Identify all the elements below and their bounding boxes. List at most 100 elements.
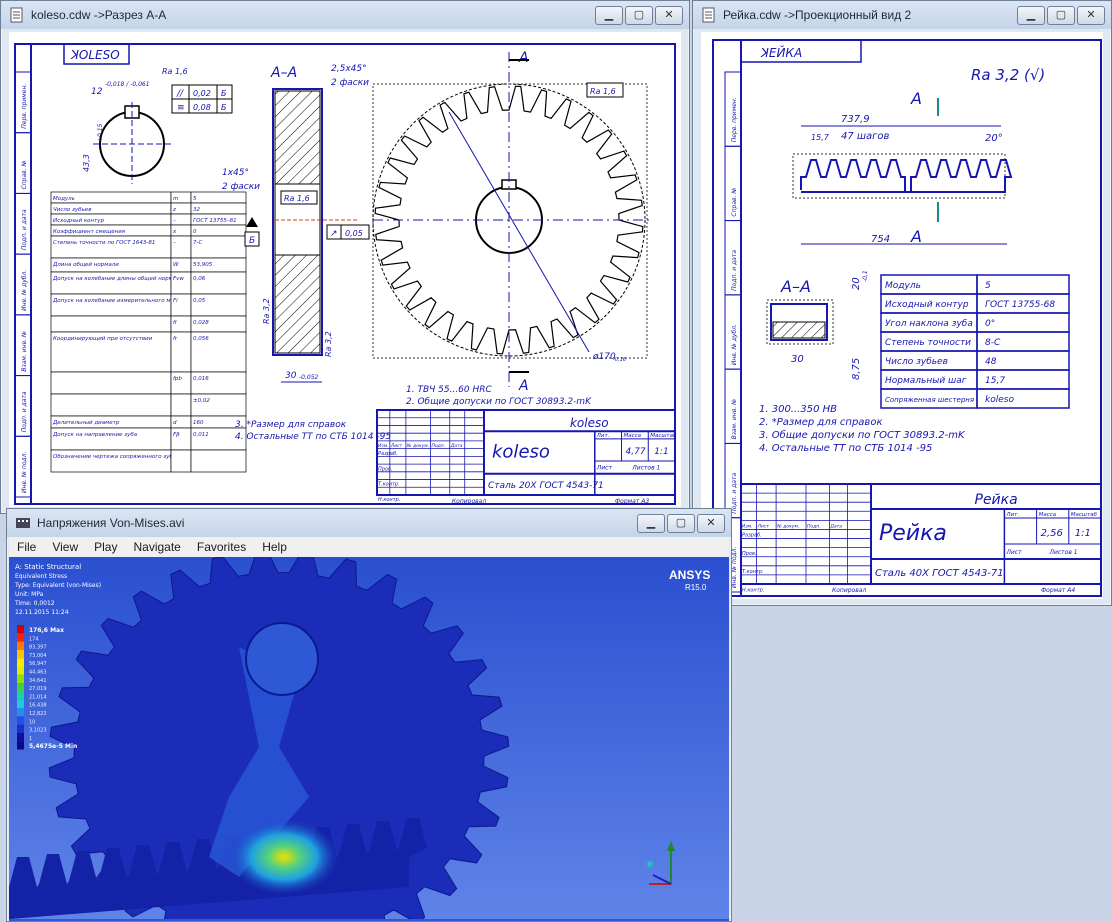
legend-swatch <box>17 625 24 634</box>
table-cell: Координирующий при отсутствии <box>53 336 153 342</box>
table-cell: Исходный контур <box>53 218 105 224</box>
legend-label: 1 <box>29 736 32 742</box>
param-value: 15,7 <box>985 376 1005 386</box>
table-cell: Допуск на колебание длины общей нормали <box>52 276 184 282</box>
table-cell: Коэффициент смещения <box>53 229 126 235</box>
table-cell: 5 <box>193 196 197 202</box>
hub-depth: 43,3 <box>82 154 91 172</box>
table-cell: fi <box>173 320 177 326</box>
reika-titlebar[interactable]: Рейка.cdw ->Проекционный вид 2 ▁ ▢ ✕ <box>693 1 1111 29</box>
sec-width: 30 <box>791 354 804 365</box>
minimize-button[interactable]: ▁ <box>637 514 665 533</box>
legend-label: 16,438 <box>29 703 47 709</box>
legend-swatch <box>17 683 24 692</box>
ra16-gear: Ra 1,6 <box>590 87 616 96</box>
maximize-button[interactable]: ▢ <box>667 514 695 533</box>
stamp-sheets: Листов 1 <box>631 465 660 472</box>
video-window-title: Напряжения Von-Mises.avi <box>37 516 185 530</box>
cut-label-bottom: А <box>518 378 529 394</box>
table-cell: fpb <box>173 376 182 382</box>
ansys-version: R15.0 <box>685 583 707 592</box>
side-label: Справ. № <box>731 187 738 216</box>
legend-label: 12,822 <box>29 711 47 717</box>
side-label: Инв. № подл. <box>21 452 28 493</box>
note-3: 3. *Размер для справок <box>235 420 347 430</box>
legend-swatch <box>17 666 24 675</box>
role-label: Н.контр. <box>378 497 400 503</box>
stamp-header: Масса <box>624 433 642 439</box>
side-label: Подп. и дата <box>21 209 28 250</box>
menu-view[interactable]: View <box>44 540 86 554</box>
table-cell: x <box>172 229 177 235</box>
sec-height-tol: -0,1 <box>862 270 869 282</box>
title-block: Разраб.Пров.Т.контр.Н.контр.Утв.Изм.Лист… <box>740 483 1102 611</box>
table-cell: Fvw <box>173 276 184 282</box>
role-label: Т.контр. <box>742 569 764 575</box>
chamfer-left: 1x45° <box>222 168 249 178</box>
table-cell: 7-С <box>193 240 202 246</box>
section-label: А–А <box>270 65 297 81</box>
role-label: Т.контр. <box>378 482 400 488</box>
svg-text:≡: ≡ <box>177 103 185 113</box>
width-dim: 30 <box>285 371 297 381</box>
legend-label: 56,947 <box>29 661 47 667</box>
maximize-button[interactable]: ▢ <box>625 6 653 25</box>
legend-label: 3,1023 <box>29 728 47 734</box>
stress-simulation-frame: ANSYS R15.0 A: Static Structural Equivale… <box>9 557 729 921</box>
stamp-header: Лит. <box>596 433 610 439</box>
table-cell: Fβ <box>173 432 180 438</box>
close-button[interactable]: ✕ <box>697 514 725 533</box>
side-label: Взам. инв. № <box>21 331 28 372</box>
minimize-button[interactable]: ▁ <box>1017 6 1045 25</box>
note-3: 3. Общие допуски по ГОСТ 30893.2-mK <box>759 429 966 441</box>
side-label: Подп. и дата <box>731 250 738 291</box>
table-cell: 0,06 <box>193 276 206 282</box>
stamp-format: Формат А3 <box>615 498 649 505</box>
reika-window[interactable]: Рейка.cdw ->Проекционный вид 2 ▁ ▢ ✕ Пер… <box>692 0 1112 611</box>
table-cell: z <box>172 207 176 213</box>
param-name: Сопряженная шестерня <box>885 396 974 404</box>
video-titlebar[interactable]: Напряжения Von-Mises.avi ▁ ▢ ✕ <box>7 509 731 537</box>
stamp-material: Сталь 20Х ГОСТ 4543-71 <box>488 481 604 491</box>
koleso-titlebar[interactable]: koleso.cdw ->Разрез А-А ▁ ▢ ✕ <box>1 1 689 29</box>
side-label: Подп. и дата <box>731 473 738 514</box>
video-viewport[interactable]: ANSYS R15.0 A: Static Structural Equivale… <box>9 557 729 921</box>
stamp-sheet: Лист <box>596 465 613 472</box>
close-button[interactable]: ✕ <box>1077 6 1105 25</box>
menu-file[interactable]: File <box>9 540 44 554</box>
info-line: Equivalent Stress <box>15 573 67 580</box>
stamp-header: Масса <box>1039 512 1057 518</box>
minimize-button[interactable]: ▁ <box>595 6 623 25</box>
table-cell: – <box>173 218 176 224</box>
dim-first: 15,7 <box>811 133 830 142</box>
table-cell: 160 <box>193 420 204 426</box>
param-name: Исходный контур <box>885 300 969 310</box>
table-cell: m <box>173 196 178 202</box>
table-cell: ±0,02 <box>193 398 210 404</box>
menu-navigate[interactable]: Navigate <box>125 540 188 554</box>
menu-play[interactable]: Play <box>86 540 125 554</box>
side-label: Взам. инв. № <box>731 399 738 440</box>
table-cell: 53,905 <box>193 262 213 268</box>
stamp-format: Формат А4 <box>1041 587 1075 594</box>
stamp-name: koleso <box>570 416 609 430</box>
koleso-drawing-sheet[interactable]: Перв. примен. Справ. № Подп. и дата Инв. № … <box>9 32 681 519</box>
info-line: Time: 0,0012 <box>14 600 55 607</box>
menu-favorites[interactable]: Favorites <box>189 540 254 554</box>
menu-bar: File View Play Navigate Favorites Help <box>9 537 729 557</box>
table-cell: Модуль <box>53 196 75 202</box>
section-bottom: А <box>910 227 922 246</box>
close-button[interactable]: ✕ <box>655 6 683 25</box>
menu-help[interactable]: Help <box>254 540 295 554</box>
maximize-button[interactable]: ▢ <box>1047 6 1075 25</box>
stamp-mass: 4,77 <box>626 447 646 457</box>
koleso-window[interactable]: koleso.cdw ->Разрез А-А ▁ ▢ ✕ Перв. прим… <box>0 0 690 519</box>
side-label: Перв. примен. <box>731 97 738 142</box>
hub-depth-tol: +0,15 <box>97 123 104 142</box>
header-label: Подп. <box>807 524 821 530</box>
reika-drawing-sheet[interactable]: Перв. примен. Справ. № Подп. и дата Инв. № … <box>701 32 1103 611</box>
info-line: Type: Equivalent (von-Mises) <box>14 582 101 589</box>
video-player-window[interactable]: Напряжения Von-Mises.avi ▁ ▢ ✕ File View… <box>6 508 732 922</box>
header-label: № докум. <box>406 443 429 449</box>
table-cell: Длина общей нормали <box>52 262 119 268</box>
